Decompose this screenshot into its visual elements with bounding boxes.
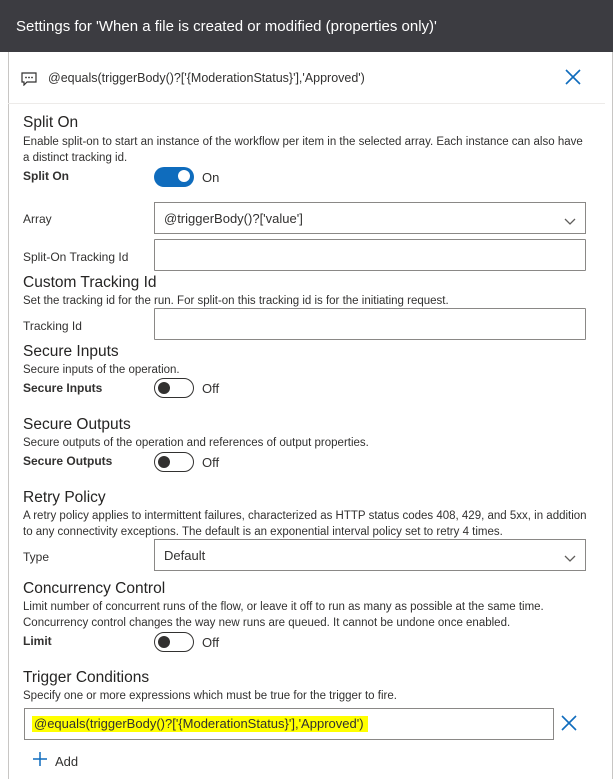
retry-type-label: Type: [23, 550, 50, 564]
chevron-down-icon: [564, 213, 576, 231]
close-icon[interactable]: [565, 69, 581, 90]
concurrency-title: Concurrency Control: [23, 580, 166, 597]
trigger-condition-value: @equals(triggerBody()?['{ModerationStatu…: [32, 716, 368, 732]
split-on-title: Split On: [23, 114, 79, 131]
comment-icon: [21, 72, 37, 91]
secure-outputs-toggle[interactable]: [154, 452, 194, 472]
concurrency-toggle-state: Off: [202, 635, 220, 650]
settings-header: Settings for 'When a file is created or …: [0, 0, 613, 52]
split-on-toggle-label: Split On: [23, 169, 69, 183]
chevron-down-icon: [564, 550, 576, 568]
concurrency-description: Limit number of concurrent runs of the f…: [23, 601, 544, 629]
split-on-toggle-state: On: [202, 170, 220, 185]
secure-inputs-toggle-label: Secure Inputs: [23, 381, 103, 395]
remove-condition-icon[interactable]: [561, 715, 577, 736]
condition-summary-bar: @equals(triggerBody()?['{ModerationStatu…: [8, 52, 605, 104]
add-condition-button[interactable]: Add: [32, 751, 78, 772]
split-on-tracking-input[interactable]: [154, 239, 586, 271]
add-condition-label: Add: [55, 754, 79, 769]
array-select-value: @triggerBody()?['value']: [164, 211, 303, 226]
trigger-condition-input[interactable]: @equals(triggerBody()?['{ModerationStatu…: [24, 708, 554, 740]
concurrency-toggle-label: Limit: [23, 634, 52, 648]
split-on-description: Enable split-on to start an instance of …: [23, 136, 583, 164]
secure-outputs-toggle-label: Secure Outputs: [23, 454, 113, 468]
toggle-knob: [178, 170, 190, 182]
secure-inputs-description: Secure inputs of the operation.: [23, 364, 180, 376]
concurrency-limit-toggle[interactable]: [154, 632, 194, 652]
custom-tracking-description: Set the tracking id for the run. For spl…: [23, 295, 449, 307]
trigger-conditions-description: Specify one or more expressions which mu…: [23, 690, 397, 702]
tracking-id-input[interactable]: [154, 308, 586, 340]
toggle-knob: [158, 382, 170, 394]
retry-policy-title: Retry Policy: [23, 489, 106, 506]
toggle-knob: [158, 636, 170, 648]
condition-summary-text: @equals(triggerBody()?['{ModerationStatu…: [48, 71, 365, 85]
toggle-knob: [158, 456, 170, 468]
secure-outputs-toggle-state: Off: [202, 455, 220, 470]
secure-inputs-toggle[interactable]: [154, 378, 194, 398]
retry-type-select[interactable]: Default: [154, 539, 586, 571]
array-select[interactable]: @triggerBody()?['value']: [154, 202, 586, 234]
secure-inputs-title: Secure Inputs: [23, 343, 119, 360]
retry-type-value: Default: [164, 548, 206, 563]
split-on-toggle[interactable]: [154, 167, 194, 187]
settings-title: Settings for 'When a file is created or …: [16, 17, 437, 35]
tracking-id-label: Tracking Id: [23, 319, 82, 333]
secure-outputs-description: Secure outputs of the operation and refe…: [23, 437, 369, 449]
split-on-tracking-label: Split-On Tracking Id: [23, 250, 129, 264]
secure-outputs-title: Secure Outputs: [23, 416, 131, 433]
custom-tracking-title: Custom Tracking Id: [23, 274, 157, 291]
trigger-conditions-title: Trigger Conditions: [23, 669, 150, 686]
secure-inputs-toggle-state: Off: [202, 381, 220, 396]
plus-icon: [32, 751, 48, 772]
array-label: Array: [23, 212, 52, 226]
retry-policy-description: A retry policy applies to intermittent f…: [23, 510, 587, 538]
